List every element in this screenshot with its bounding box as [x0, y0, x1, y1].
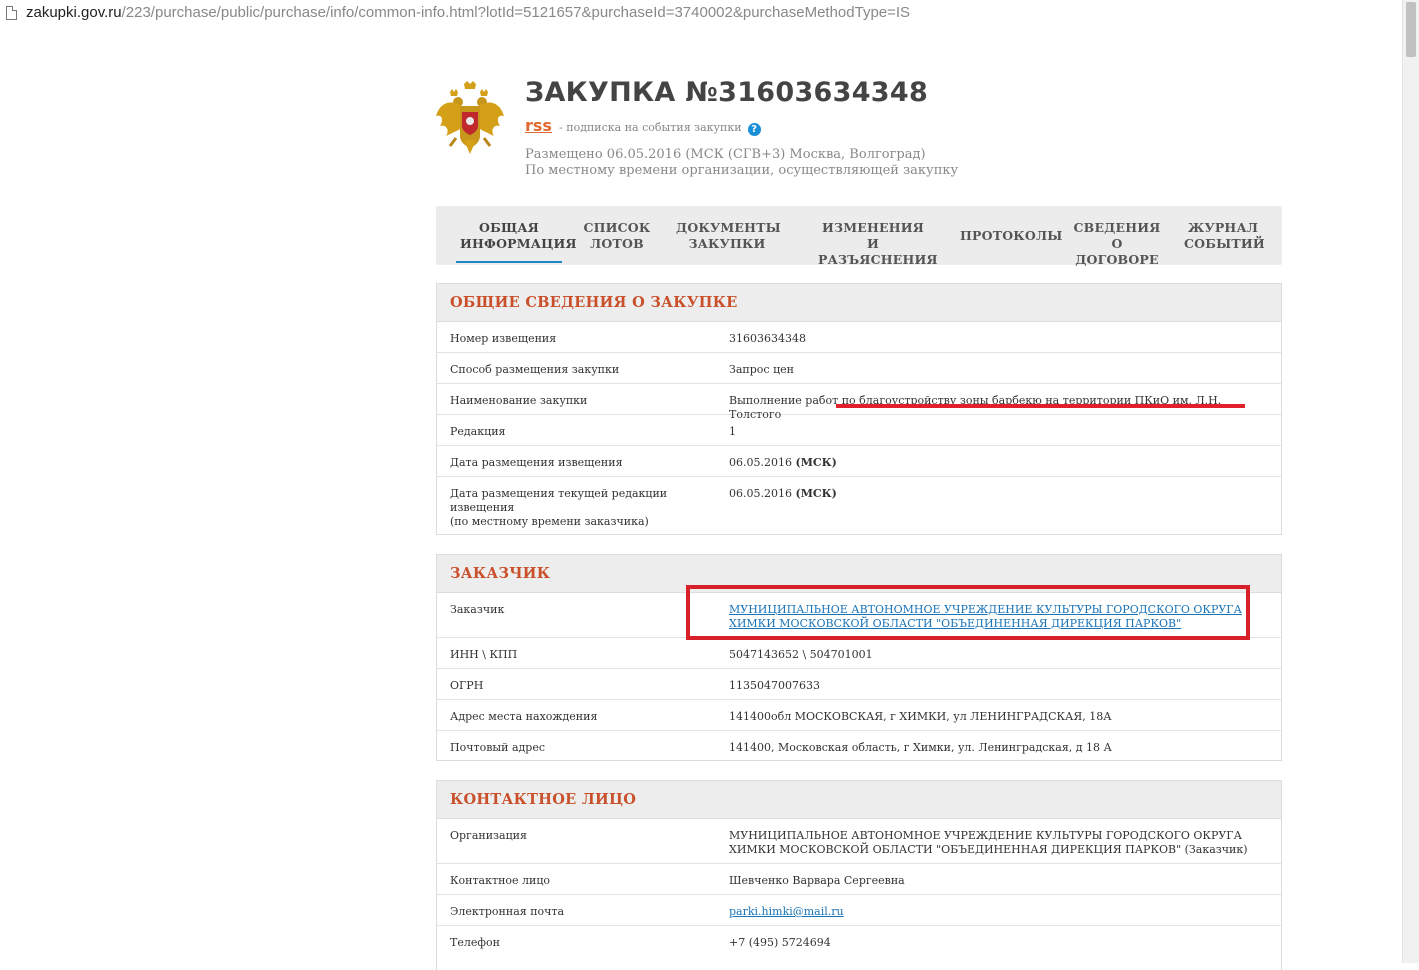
timezone-label: (МСК) — [795, 487, 837, 500]
posted-date: Размещено 06.05.2016 (МСК (СГВ+3) Москва… — [525, 147, 926, 162]
row-label: ОГРН — [450, 679, 484, 692]
tab-label: ЗАКУПКИ — [688, 236, 766, 251]
row-value: Запрос цен — [729, 363, 794, 376]
row-value: +7 (495) 5724694 — [729, 936, 831, 949]
tab-lots-list[interactable]: СПИСОК ЛОТОВ — [581, 220, 653, 252]
section-heading: ОБЩИЕ СВЕДЕНИЯ О ЗАКУПКЕ — [437, 284, 1281, 322]
row-value: 1135047007633 — [729, 679, 820, 692]
table-row: Номер извещения 31603634348 — [437, 322, 1281, 353]
row-value: parki.himki@mail.ru — [729, 905, 1249, 919]
tab-label: СПИСОК — [583, 220, 651, 235]
row-label: Дата размещения извещения — [450, 456, 623, 469]
email-link[interactable]: parki.himki@mail.ru — [729, 905, 844, 918]
row-label: Почтовый адрес — [450, 741, 546, 754]
row-label: Наименование закупки — [450, 394, 588, 407]
tab-bar: ОБЩАЯ ИНФОРМАЦИЯ СПИСОК ЛОТОВ ДОКУМЕНТЫ … — [436, 206, 1282, 268]
table-row: Способ размещения закупки Запрос цен — [437, 353, 1281, 384]
table-row: Телефон +7 (495) 5724694 — [437, 926, 1281, 957]
row-value: 06.05.2016 (МСК) — [729, 487, 1249, 501]
row-label-text: Дата размещения текущей редакции извещен… — [450, 487, 668, 514]
tab-changes-clarifications[interactable]: ИЗМЕНЕНИЯ И РАЗЪЯСНЕНИЯ — [818, 220, 938, 268]
date-value: 06.05.2016 — [729, 456, 792, 469]
scrollbar-thumb[interactable] — [1406, 2, 1416, 57]
row-label: Номер извещения — [450, 332, 557, 345]
row-label: Организация — [450, 829, 527, 842]
tab-label: СВЕДЕНИЯ О — [1073, 220, 1161, 251]
tab-label: ДОГОВОРЕ — [1075, 252, 1159, 267]
annotation-underline — [836, 404, 1245, 408]
row-label-note: (по местному времени заказчика) — [450, 515, 649, 528]
posted-info: Размещено 06.05.2016 (МСК (СГВ+3) Москва… — [525, 147, 958, 179]
row-value: Шевченко Варвара Сергеевна — [729, 874, 905, 887]
table-row: Наименование закупки Выполнение работ по… — [437, 384, 1281, 421]
table-row: Почтовый адрес 141400, Московская област… — [437, 731, 1281, 762]
active-tab-indicator — [456, 261, 562, 263]
tab-label: СОБЫТИЙ — [1184, 236, 1265, 251]
tab-protocols[interactable]: ПРОТОКОЛЫ — [960, 228, 1063, 244]
rss-subscription: rss - подписка на события закупки ? — [525, 116, 761, 136]
row-value: 06.05.2016 (МСК) — [729, 456, 1249, 470]
table-row: Редакция 1 — [437, 415, 1281, 446]
tab-label: РАЗЪЯСНЕНИЯ — [818, 252, 938, 267]
section-heading: КОНТАКТНОЕ ЛИЦО — [437, 781, 1281, 819]
row-value: МУНИЦИПАЛЬНОЕ АВТОНОМНОЕ УЧРЕЖДЕНИЕ КУЛЬ… — [729, 829, 1248, 856]
timezone-label: (МСК) — [795, 456, 837, 469]
tab-label: ПРОТОКОЛЫ — [960, 228, 1063, 243]
row-value: 5047143652 \ 504701001 — [729, 648, 873, 661]
tab-general-info[interactable]: ОБЩАЯ ИНФОРМАЦИЯ — [456, 220, 577, 263]
general-info-panel: ОБЩИЕ СВЕДЕНИЯ О ЗАКУПКЕ Номер извещения… — [436, 283, 1282, 535]
row-value: 1 — [729, 425, 736, 438]
table-row: Дата размещения текущей редакции извещен… — [437, 477, 1281, 535]
scrollbar[interactable] — [1402, 0, 1419, 963]
row-label: Адрес места нахождения — [450, 710, 598, 723]
tab-label: ОБЩАЯ — [479, 220, 539, 235]
tab-label: ДОКУМЕНТЫ — [676, 220, 781, 235]
page-icon — [6, 6, 17, 20]
row-label: ИНН \ КПП — [450, 648, 518, 661]
tab-label: ИНФОРМАЦИЯ — [460, 236, 577, 251]
tab-purchase-documents[interactable]: ДОКУМЕНТЫ ЗАКУПКИ — [676, 220, 781, 252]
address-bar[interactable]: zakupki.gov.ru/223/purchase/public/purch… — [0, 0, 1419, 30]
coat-of-arms-emblem-icon — [436, 81, 504, 154]
row-label: Контактное лицо — [450, 874, 551, 887]
tab-contract-info[interactable]: СВЕДЕНИЯ О ДОГОВОРЕ — [1068, 220, 1166, 268]
row-label: Электронная почта — [450, 905, 565, 918]
row-value: 141400, Московская область, г Химки, ул.… — [729, 741, 1112, 754]
page-title: ЗАКУПКА №31603634348 — [525, 77, 929, 108]
table-row: Адрес места нахождения 141400обл МОСКОВС… — [437, 700, 1281, 731]
table-row: Организация МУНИЦИПАЛЬНОЕ АВТОНОМНОЕ УЧР… — [437, 819, 1281, 864]
row-label: Дата размещения текущей редакции извещен… — [450, 487, 680, 529]
annotation-highlight-box — [686, 585, 1250, 640]
tab-label: ИЗМЕНЕНИЯ И — [822, 220, 924, 251]
posted-timezone-note: По местному времени организации, осущест… — [525, 163, 959, 178]
table-row: Контактное лицо Шевченко Варвара Сергеев… — [437, 864, 1281, 895]
row-label: Заказчик — [450, 603, 505, 616]
tab-event-log[interactable]: ЖУРНАЛ СОБЫТИЙ — [1184, 220, 1265, 252]
table-row: ИНН \ КПП 5047143652 \ 504701001 — [437, 638, 1281, 669]
rss-link[interactable]: rss — [525, 116, 552, 135]
row-value: 31603634348 — [729, 332, 806, 345]
tab-label: ЖУРНАЛ — [1187, 220, 1259, 235]
row-label: Способ размещения закупки — [450, 363, 620, 376]
date-value: 06.05.2016 — [729, 487, 792, 500]
row-value: 141400обл МОСКОВСКАЯ, г ХИМКИ, ул ЛЕНИНГ… — [729, 710, 1112, 723]
row-label: Телефон — [450, 936, 500, 949]
table-row: Электронная почта parki.himki@mail.ru — [437, 895, 1281, 926]
table-row: ОГРН 1135047007633 — [437, 669, 1281, 700]
contact-panel: КОНТАКТНОЕ ЛИЦО Организация МУНИЦИПАЛЬНО… — [436, 780, 1282, 970]
rss-subtitle: - подписка на события закупки — [559, 121, 742, 134]
tab-label: ЛОТОВ — [590, 236, 644, 251]
help-icon[interactable]: ? — [747, 123, 761, 136]
url-text[interactable]: zakupki.gov.ru/223/purchase/public/purch… — [26, 4, 910, 21]
table-row: Дата размещения извещения 06.05.2016 (МС… — [437, 446, 1281, 477]
row-label: Редакция — [450, 425, 506, 438]
